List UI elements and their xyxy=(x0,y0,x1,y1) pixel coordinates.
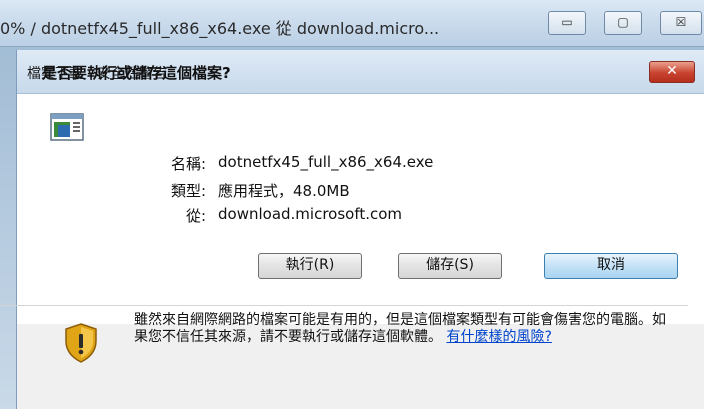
download-window-titlebar: 0% / dotnetfx45_full_x86_x64.exe 從 downl… xyxy=(0,0,704,47)
file-name-label: 名稱: xyxy=(170,155,206,173)
close-icon: ✕ xyxy=(666,63,678,79)
close-icon: ☒ xyxy=(675,15,687,29)
outer-close-button[interactable]: ☒ xyxy=(660,11,702,35)
maximize-icon: ▢ xyxy=(617,15,629,29)
file-type-label: 類型: xyxy=(170,182,206,200)
minimize-icon: ▭ xyxy=(561,15,573,29)
file-name-value: dotnetfx45_full_x86_x64.exe xyxy=(218,153,434,171)
file-source-label: 從: xyxy=(185,207,206,225)
maximize-button[interactable]: ▢ xyxy=(604,11,642,35)
file-icon xyxy=(50,113,84,141)
divider xyxy=(0,305,688,306)
file-type-value: 應用程式，48.0MB xyxy=(218,182,350,200)
dialog-close-button[interactable]: ✕ xyxy=(649,61,695,83)
security-warning-dialog: 檔案下載 - 安全性警告 ✕ xyxy=(16,50,704,409)
download-question: 是否要執行或儲存這個檔案? xyxy=(42,64,231,82)
warning-message: 雖然來自網際網路的檔案可能是有用的，但是這個檔案類型有可能會傷害您的電腦。如果您… xyxy=(134,312,666,345)
run-button[interactable]: 執行(R) xyxy=(258,253,362,279)
save-button[interactable]: 儲存(S) xyxy=(398,253,502,279)
security-warning-text: 雖然來自網際網路的檔案可能是有用的，但是這個檔案類型有可能會傷害您的電腦。如果您… xyxy=(134,312,674,346)
file-source-value: download.microsoft.com xyxy=(218,205,403,223)
cancel-button[interactable]: 取消 xyxy=(544,253,678,279)
risk-info-link[interactable]: 有什麼樣的風險? xyxy=(446,329,551,345)
minimize-button[interactable]: ▭ xyxy=(548,11,586,35)
shield-warning-icon xyxy=(65,323,97,363)
download-window-title: 0% / dotnetfx45_full_x86_x64.exe 從 downl… xyxy=(0,19,440,38)
